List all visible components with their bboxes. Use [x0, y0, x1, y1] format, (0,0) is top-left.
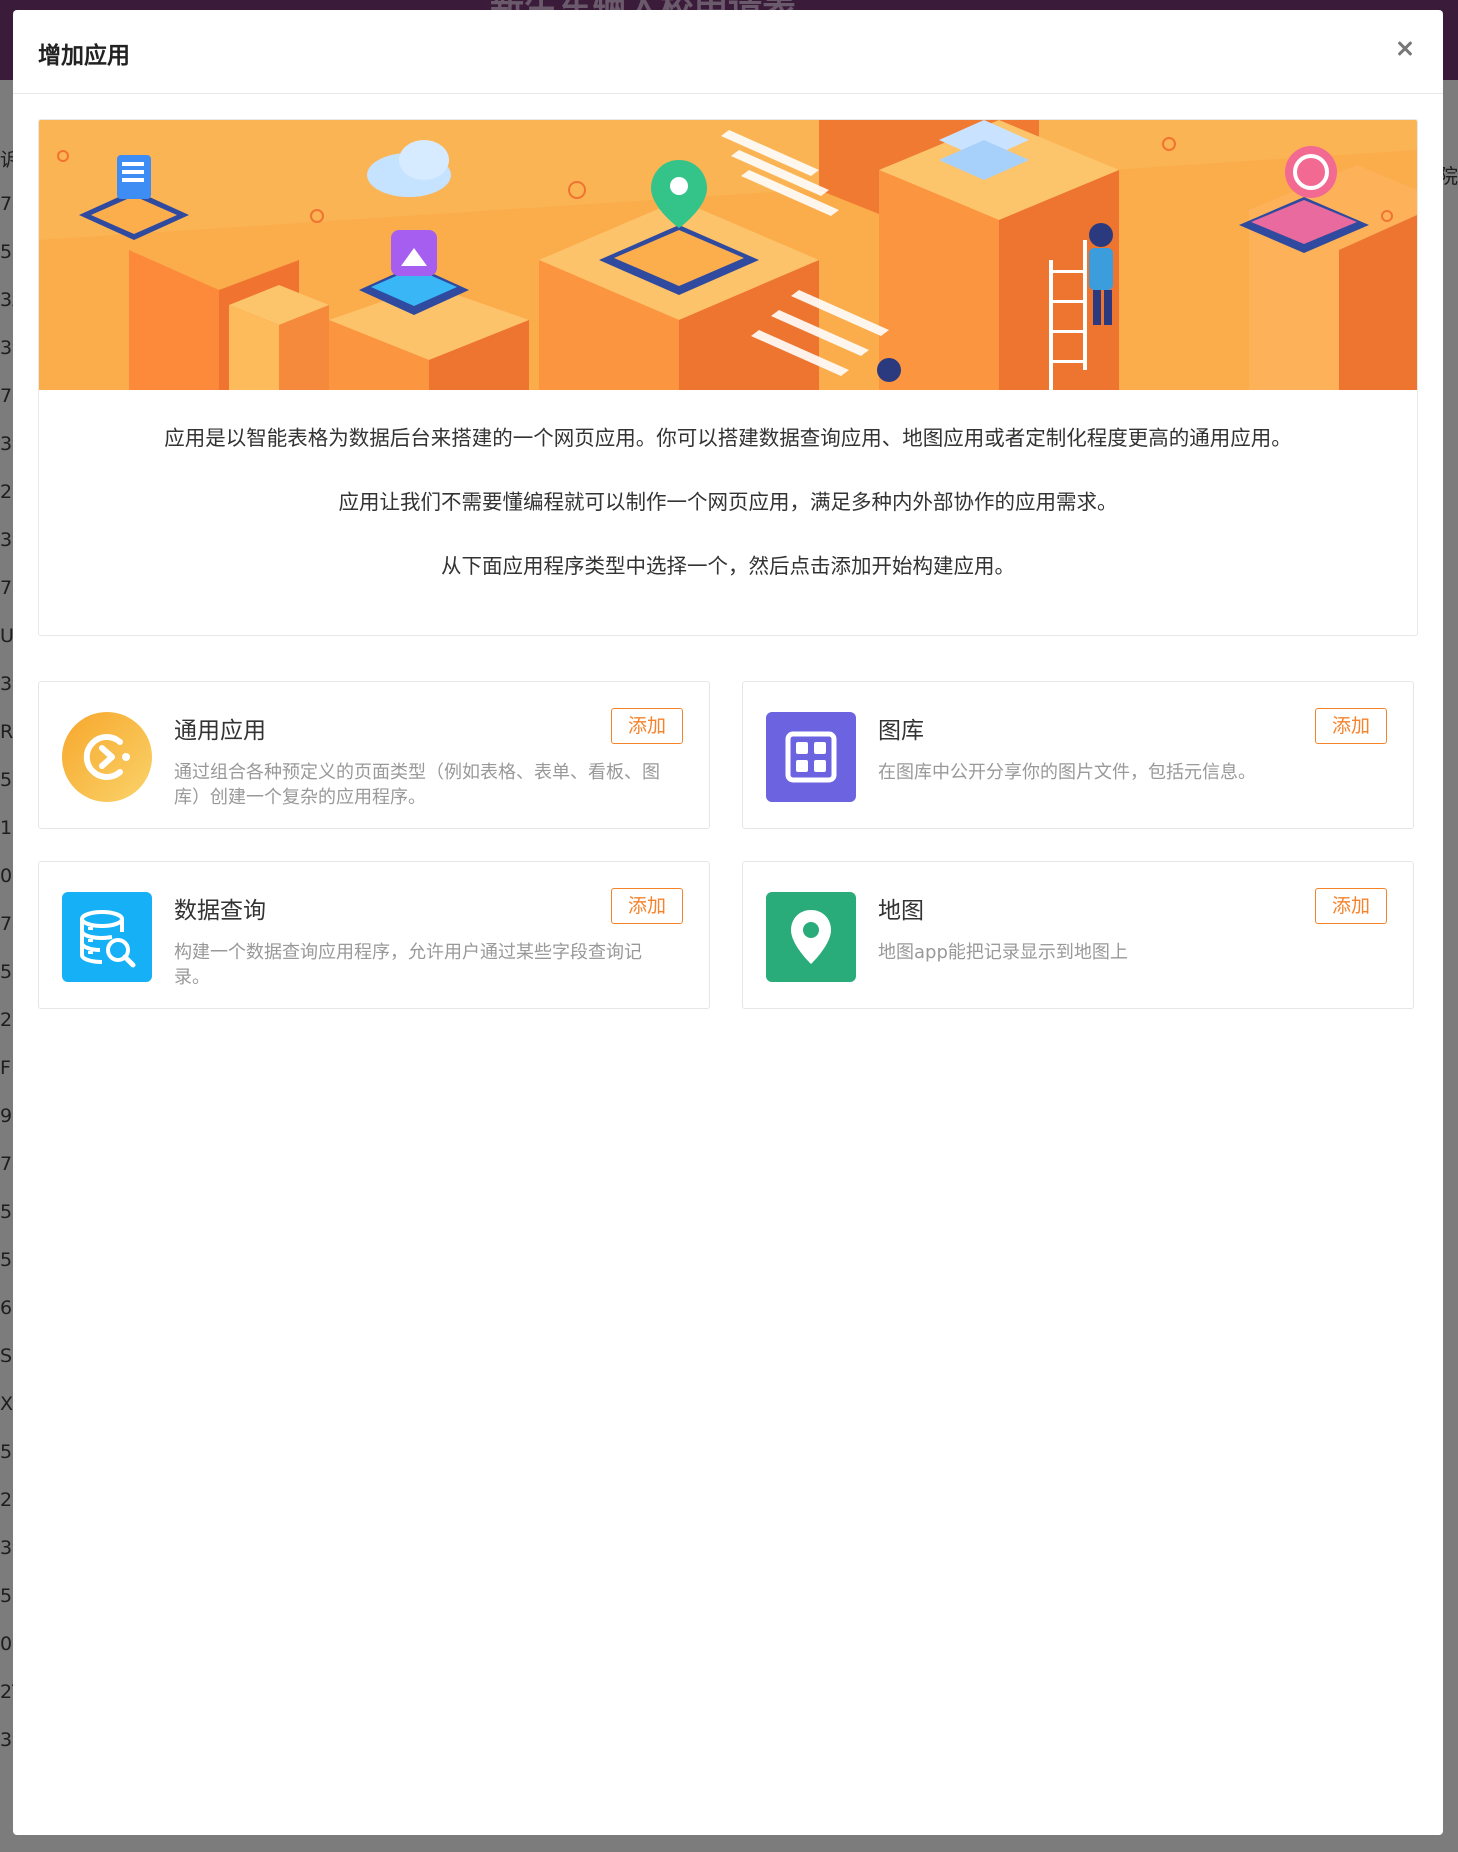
background-cell: 5 [0, 241, 13, 263]
modal-header: 增加应用 [13, 10, 1443, 94]
app-title: 通用应用 [174, 718, 266, 744]
intro-panel: 应用是以智能表格为数据后台来搭建的一个网页应用。你可以搭建数据查询应用、地图应用… [38, 119, 1418, 636]
intro-line: 应用是以智能表格为数据后台来搭建的一个网页应用。你可以搭建数据查询应用、地图应用… [164, 426, 1292, 450]
background-cell: R [0, 721, 14, 743]
background-cell: 3 [0, 1537, 13, 1559]
background-cell: 59 [0, 1249, 24, 1297]
map-pin-icon [766, 892, 856, 982]
background-cell: 2 [0, 1009, 13, 1031]
background-cell: 3 [0, 433, 13, 455]
database-search-icon [62, 892, 152, 982]
background-cell: 7 [0, 913, 13, 935]
app-title: 图库 [878, 718, 924, 744]
background-cell: 3U [0, 529, 26, 577]
app-card-general: 通用应用 通过组合各种预定义的页面类型（例如表格、表单、看板、图库）创建一个复杂… [38, 681, 710, 829]
background-cell: 6 [0, 1297, 13, 1319]
app-card-map: 地图 地图app能把记录显示到地图上 添加 [742, 861, 1414, 1009]
intro-line: 从下面应用程序类型中选择一个，然后点击添加开始构建应用。 [441, 554, 1015, 578]
add-data-query-button[interactable]: 添加 [611, 888, 683, 924]
general-app-icon [62, 712, 152, 802]
background-cell: 75 [0, 1153, 24, 1201]
background-cell: 59 [0, 1201, 24, 1249]
background-cell: S [0, 1345, 13, 1367]
app-title: 地图 [878, 898, 924, 924]
background-cell: 28 [0, 1489, 24, 1537]
background-cell: 7 [0, 193, 13, 215]
add-map-button[interactable]: 添加 [1315, 888, 1387, 924]
close-icon[interactable] [1389, 32, 1421, 64]
banner-illustration [39, 120, 1417, 390]
intro-line: 应用让我们不需要懂编程就可以制作一个网页应用，满足多种内外部协作的应用需求。 [338, 490, 1118, 514]
add-general-app-button[interactable]: 添加 [611, 708, 683, 744]
add-app-modal: 增加应用 应用是以智能表格为数据后台来搭建的一个网页应用。你可以搭建数据查询应用… [13, 10, 1443, 1835]
background-cell: 22 [0, 481, 24, 529]
background-cell: U [0, 625, 14, 647]
app-description: 构建一个数据查询应用程序，允许用户通过某些字段查询记录。 [174, 942, 642, 988]
background-cell: 0 [0, 865, 13, 887]
add-gallery-button[interactable]: 添加 [1315, 708, 1387, 744]
background-cell: 7 [0, 577, 13, 599]
gallery-grid-icon [766, 712, 856, 802]
background-cell: 0 [0, 1633, 13, 1655]
background-cell: 5 [0, 961, 13, 983]
app-description: 地图app能把记录显示到地图上 [878, 942, 1128, 963]
background-cell: 5 [0, 1441, 13, 1463]
background-cell: 98 [0, 1105, 24, 1153]
background-cell: 2T [0, 1681, 24, 1703]
background-cell: 56 [0, 1585, 24, 1633]
app-card-data-query: 数据查询 构建一个数据查询应用程序，允许用户通过某些字段查询记录。 添加 [38, 861, 710, 1009]
background-column: 诉753A39793223U7U30R510752F987559596SX528… [0, 145, 26, 1777]
background-cell: 3 [0, 1729, 13, 1751]
background-cell: 3A [0, 289, 25, 337]
background-cell: F [0, 1057, 11, 1079]
background-cell: 79 [0, 385, 24, 433]
background-cell: 39 [0, 337, 24, 385]
background-cell: 诉 [0, 149, 20, 171]
intro-text: 应用是以智能表格为数据后台来搭建的一个网页应用。你可以搭建数据查询应用、地图应用… [39, 390, 1417, 580]
background-cell: 30 [0, 673, 24, 721]
app-description: 通过组合各种预定义的页面类型（例如表格、表单、看板、图库）创建一个复杂的应用程序… [174, 762, 660, 808]
app-description: 在图库中公开分享你的图片文件，包括元信息。 [878, 762, 1256, 783]
app-title: 数据查询 [174, 898, 266, 924]
background-cell: X [0, 1393, 14, 1415]
background-cell: 5 [0, 769, 13, 791]
app-card-gallery: 图库 在图库中公开分享你的图片文件，包括元信息。 添加 [742, 681, 1414, 829]
background-cell: 1 [0, 817, 13, 839]
modal-title: 增加应用 [38, 43, 130, 69]
